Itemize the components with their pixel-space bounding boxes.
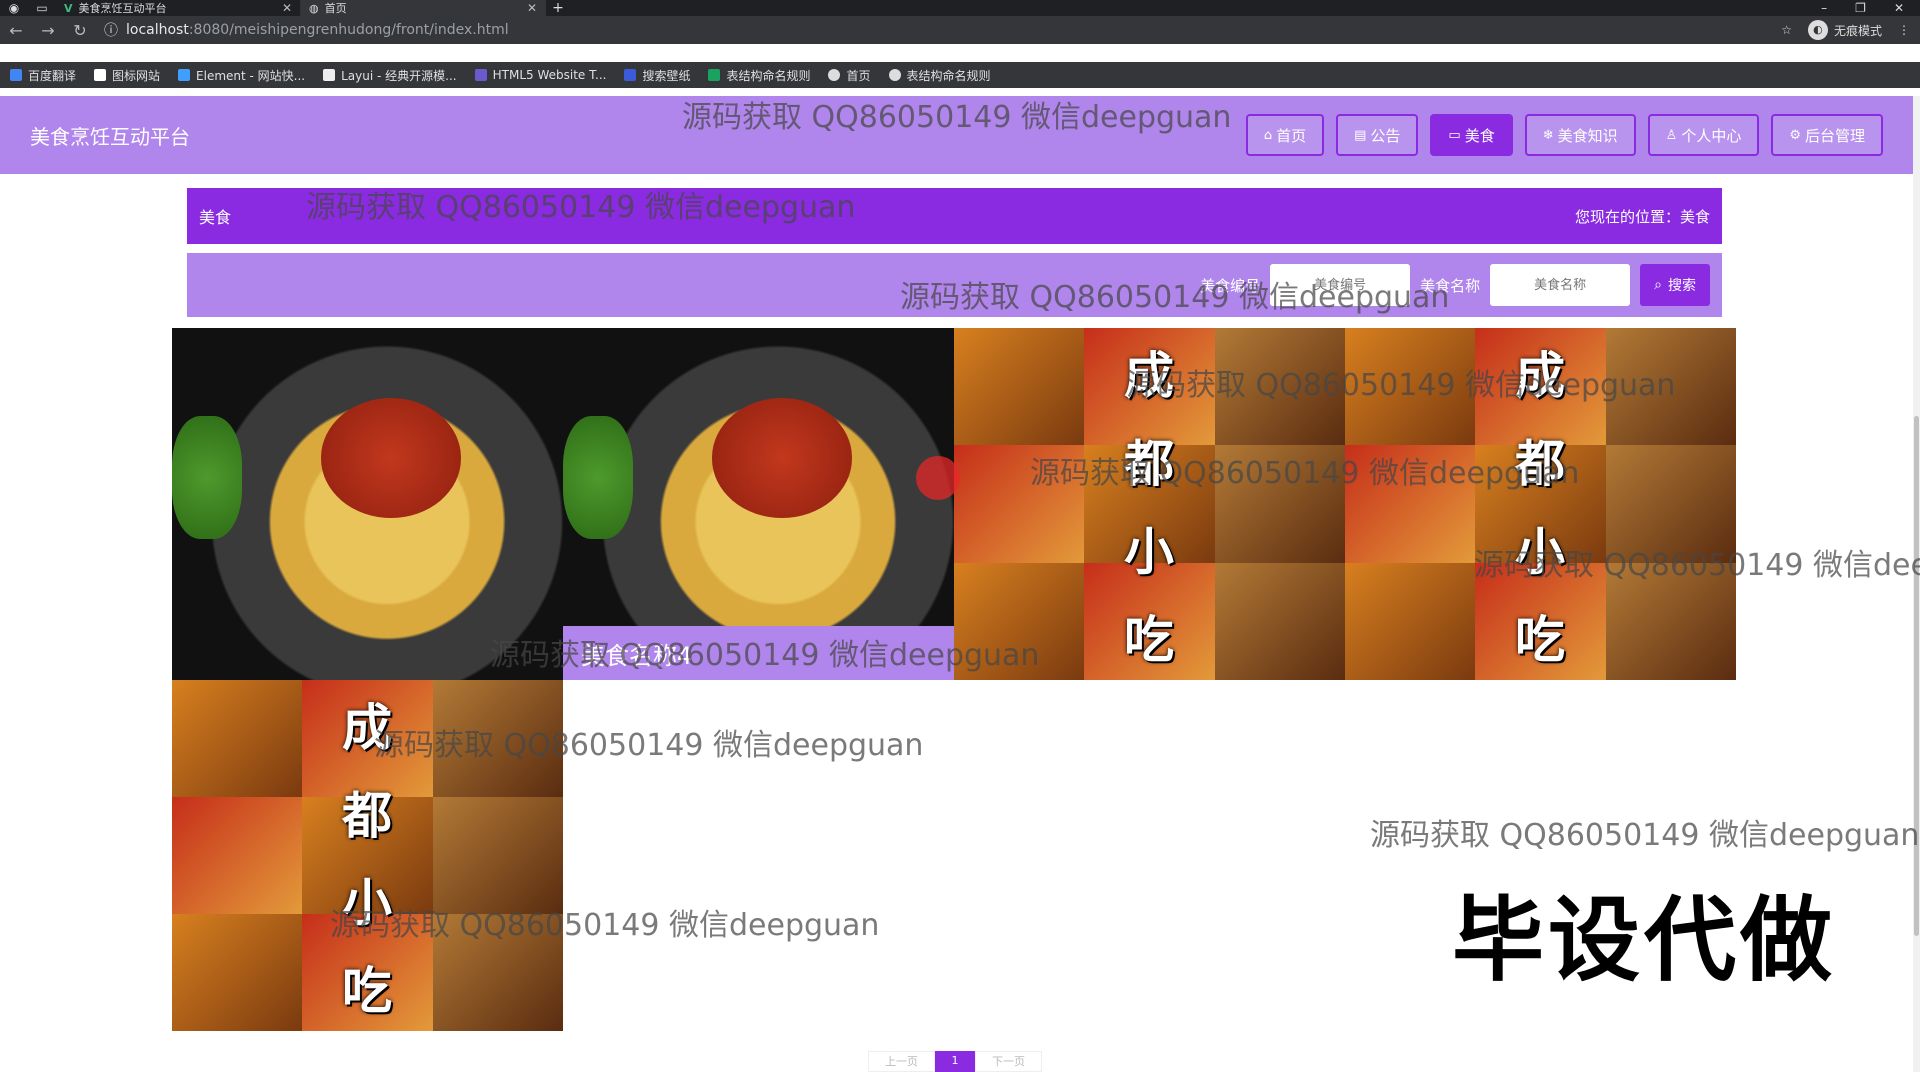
bookmark-item[interactable]: 图标网站 xyxy=(94,67,160,84)
browser-menu-icon[interactable]: ◉ xyxy=(0,1,28,15)
bookmark-item[interactable]: 首页 xyxy=(828,67,871,84)
knowledge-icon: ❄ xyxy=(1542,127,1554,143)
element-icon xyxy=(178,69,191,81)
pagination: 上一页 1 下一页 xyxy=(868,1051,1042,1072)
incognito-label: 无痕模式 xyxy=(1833,23,1882,38)
food-name-input[interactable] xyxy=(1490,264,1631,306)
tab-list-icon[interactable]: ▭ xyxy=(28,1,56,15)
prev-page-button[interactable]: 上一页 xyxy=(868,1051,935,1072)
translate-icon xyxy=(10,69,22,81)
close-icon[interactable]: ✕ xyxy=(527,1,537,15)
watermark: 源码获取 QQ86050149 微信deepguan xyxy=(900,280,1450,315)
bookmark-item[interactable]: 搜索壁纸 xyxy=(624,67,690,84)
nav-admin[interactable]: ⚙ 后台管理 xyxy=(1771,114,1883,156)
back-icon[interactable]: ← xyxy=(0,21,32,40)
bookmark-item[interactable]: 表结构命名规则 xyxy=(708,67,810,84)
user-icon: ♙ xyxy=(1665,127,1678,143)
more-menu-icon[interactable]: ⋮ xyxy=(1898,23,1910,37)
vue-logo-icon: V xyxy=(64,1,73,15)
watermark: 源码获取 QQ86050149 微信deepguan xyxy=(374,728,924,763)
globe-icon xyxy=(888,69,901,81)
tab-title: 美食烹饪互动平台 xyxy=(78,2,167,15)
close-window-icon[interactable]: ✕ xyxy=(1894,1,1904,15)
info-icon: ⓘ xyxy=(104,23,118,39)
reload-icon[interactable]: ↻ xyxy=(64,21,96,40)
url-host: localhost xyxy=(126,22,189,38)
breadcrumb-location: 您现在的位置：美食 xyxy=(1574,207,1710,226)
url-path: :8080/meishipengrenhudong/front/index.ht… xyxy=(188,22,509,38)
sheet-icon xyxy=(708,69,721,81)
bookmark-item[interactable]: HTML5 Website T... xyxy=(474,68,606,82)
new-tab-icon[interactable]: + xyxy=(546,0,570,16)
nav-home[interactable]: ⌂ 首页 xyxy=(1245,114,1325,156)
flag-icon xyxy=(94,69,107,81)
browser-tab[interactable]: ◍ 首页 ✕ xyxy=(301,0,546,16)
incognito-icon: ◐ xyxy=(1807,20,1828,40)
main-nav: ⌂ 首页 ▤ 公告 ▭ 美食 ❄ 美食知识 ♙ 个人中心 ⚙ 后台管理 xyxy=(1245,114,1883,156)
watermark: 源码获取 QQ86050149 微信deepguan xyxy=(490,638,1040,673)
incognito-indicator[interactable]: ◐ 无痕模式 xyxy=(1807,20,1882,40)
restore-icon[interactable]: ❐ xyxy=(1855,1,1866,15)
watermark: 源码获取 QQ86050149 微信dee xyxy=(1474,548,1920,583)
watermark: 源码获取 QQ86050149 微信deepguan xyxy=(1126,368,1676,403)
watermark: 源码获取 QQ86050149 微信deepguan xyxy=(306,190,856,225)
forward-icon[interactable]: → xyxy=(32,21,64,40)
admin-icon: ⚙ xyxy=(1789,127,1801,143)
bookmark-item[interactable]: 百度翻译 xyxy=(10,67,76,84)
nav-user-center[interactable]: ♙ 个人中心 xyxy=(1647,114,1760,156)
nav-notice[interactable]: ▤ 公告 xyxy=(1336,114,1419,156)
globe-icon: ◍ xyxy=(309,1,319,15)
bookmark-item[interactable]: 表结构命名规则 xyxy=(888,67,991,84)
wallpaper-icon xyxy=(624,69,637,81)
bookmarks-bar: 百度翻译 图标网站 Element - 网站快... Layui - 经典开源模… xyxy=(0,62,1920,88)
browser-tab-bar: ◉ ▭ V 美食烹饪互动平台 ✕ ◍ 首页 ✕ + – ❐ ✕ xyxy=(0,0,1920,16)
watermark: 源码获取 QQ86050149 微信deepguan xyxy=(1370,818,1920,853)
star-icon[interactable]: ☆ xyxy=(1781,23,1792,37)
food-icon: ▭ xyxy=(1448,127,1461,143)
food-card[interactable]: 美食名称4 xyxy=(563,328,954,680)
address-bar: ← → ↻ ⓘ localhost:8080/meishipengrenhudo… xyxy=(0,16,1920,44)
minimize-icon[interactable]: – xyxy=(1821,1,1827,15)
browser-tab[interactable]: V 美食烹饪互动平台 ✕ xyxy=(56,0,301,16)
html5-icon xyxy=(474,69,487,81)
site-title: 美食烹饪互动平台 xyxy=(30,124,190,149)
mouse-cursor-indicator xyxy=(916,456,960,500)
bookmark-item[interactable]: Element - 网站快... xyxy=(178,67,305,84)
window-controls: – ❐ ✕ xyxy=(1821,1,1920,15)
food-card[interactable] xyxy=(172,328,563,680)
notice-icon: ▤ xyxy=(1354,127,1367,143)
search-icon: ⌕ xyxy=(1654,277,1662,293)
close-icon[interactable]: ✕ xyxy=(282,1,292,15)
nav-food-knowledge[interactable]: ❄ 美食知识 xyxy=(1524,114,1636,156)
next-page-button[interactable]: 下一页 xyxy=(975,1051,1042,1072)
watermark: 源码获取 QQ86050149 微信deepguan xyxy=(682,100,1232,135)
tab-title: 首页 xyxy=(324,2,347,15)
watermark: 源码获取 QQ86050149 微信deepguan xyxy=(1030,456,1580,491)
bookmark-item[interactable]: Layui - 经典开源模... xyxy=(323,67,457,84)
layui-icon xyxy=(323,69,336,81)
search-button[interactable]: ⌕ 搜索 xyxy=(1640,264,1710,306)
watermark: 源码获取 QQ86050149 微信deepguan xyxy=(330,908,880,943)
nav-food[interactable]: ▭ 美食 xyxy=(1430,114,1513,156)
page-scrollbar[interactable] xyxy=(1913,96,1920,1072)
url-field[interactable]: ⓘ localhost:8080/meishipengrenhudong/fro… xyxy=(104,20,1781,40)
breadcrumb-title: 美食 xyxy=(199,208,232,227)
current-page[interactable]: 1 xyxy=(935,1051,975,1072)
home-icon: ⌂ xyxy=(1263,127,1273,143)
globe-icon xyxy=(828,69,841,81)
scrollbar-thumb[interactable] xyxy=(1914,416,1919,936)
watermark-large: 毕设代做 xyxy=(1452,887,1837,994)
